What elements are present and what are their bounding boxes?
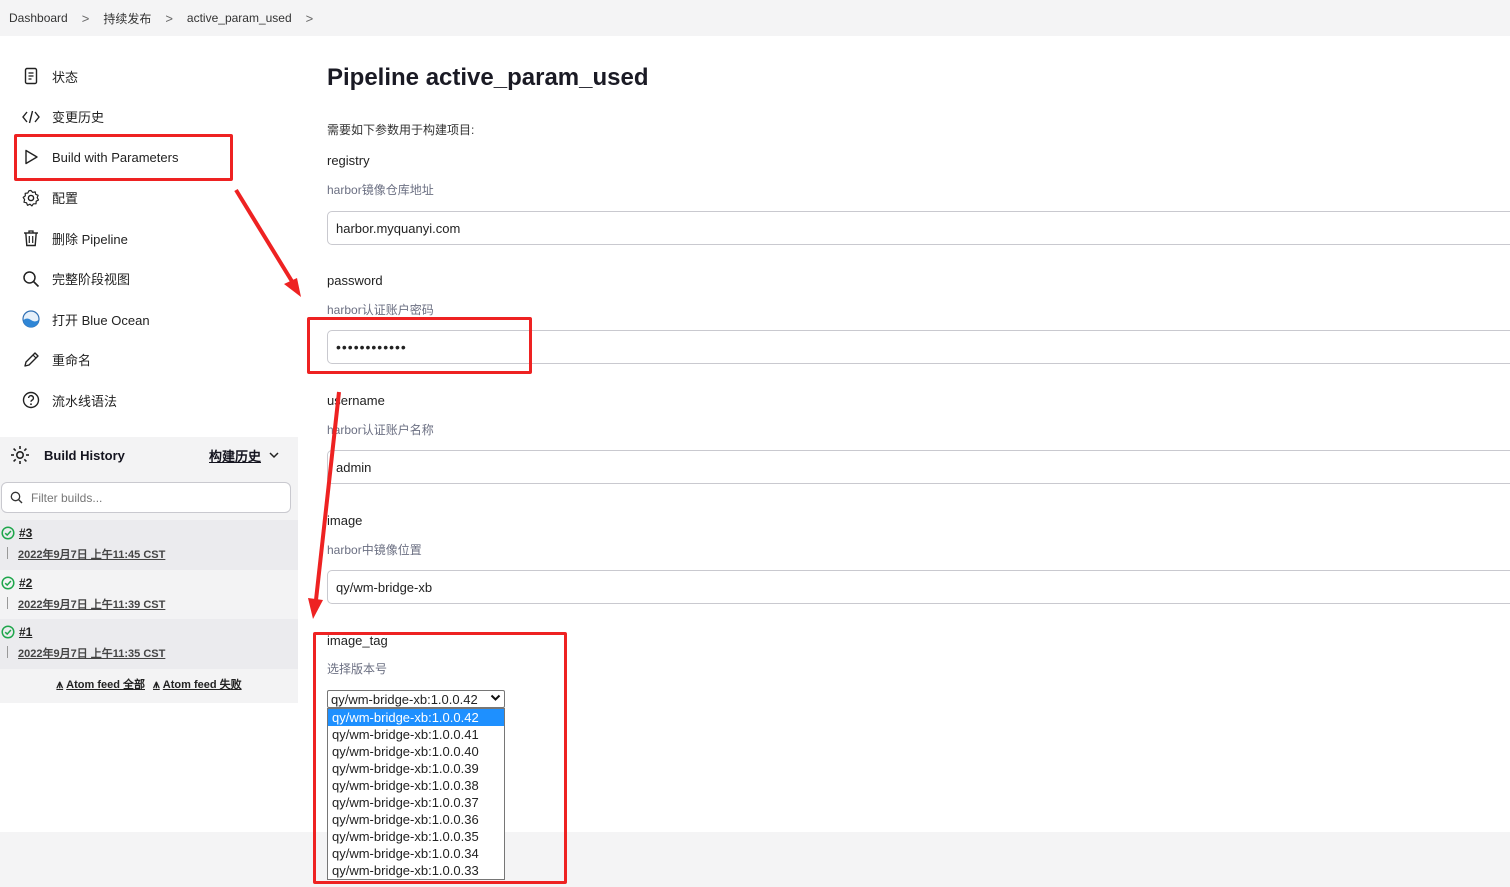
breadcrumb-separator[interactable]: > (306, 11, 314, 26)
password-input[interactable] (327, 330, 1510, 364)
gear-icon (22, 189, 40, 207)
sidebar-tasks: 状态 变更历史 Build with Parameters 配置 删除 Pipe… (0, 56, 298, 421)
build-trend-link[interactable]: 构建历史 (209, 446, 279, 465)
sidebar-item-rename[interactable]: 重命名 (0, 340, 298, 381)
build-divider (7, 646, 8, 658)
image-tag-selected-value: qy/wm-bridge-xb:1.0.0.42 (331, 691, 478, 707)
sidebar-item-delete-pipeline[interactable]: 删除 Pipeline (0, 218, 298, 259)
breadcrumb-job[interactable]: active_param_used (187, 11, 292, 25)
code-icon (22, 108, 40, 126)
image-tag-option[interactable]: qy/wm-bridge-xb:1.0.0.35 (328, 828, 504, 845)
play-icon (22, 148, 40, 166)
sidebar-item-changes[interactable]: 变更历史 (0, 97, 298, 138)
build-time-link[interactable]: 2022年9月7日 上午11:39 CST (18, 596, 165, 612)
sidebar-item-configure[interactable]: 配置 (0, 178, 298, 219)
image-tag-option[interactable]: qy/wm-bridge-xb:1.0.0.36 (328, 811, 504, 828)
build-row: #2 2022年9月7日 上午11:39 CST (0, 570, 298, 620)
image-tag-option[interactable]: qy/wm-bridge-xb:1.0.0.41 (328, 726, 504, 743)
build-row: #3 2022年9月7日 上午11:45 CST (0, 520, 298, 570)
page-title: Pipeline active_param_used (327, 64, 649, 91)
build-divider (7, 547, 8, 559)
registry-input[interactable] (327, 211, 1510, 245)
image-tag-option[interactable]: qy/wm-bridge-xb:1.0.0.38 (328, 777, 504, 794)
chevron-down-icon (269, 451, 279, 459)
build-list: #3 2022年9月7日 上午11:45 CST #2 2022年9月7日 上午… (0, 520, 298, 669)
sidebar-item-label: 重命名 (52, 353, 92, 369)
image-tag-select[interactable]: qy/wm-bridge-xb:1.0.0.42 (327, 690, 505, 708)
image-tag-option[interactable]: qy/wm-bridge-xb:1.0.0.34 (328, 845, 504, 862)
param-desc-username: harbor认证账户名称 (327, 423, 434, 437)
build-time-link[interactable]: 2022年9月7日 上午11:35 CST (18, 645, 165, 661)
image-tag-options-list: qy/wm-bridge-xb:1.0.0.42 qy/wm-bridge-xb… (327, 708, 505, 880)
breadcrumb: Dashboard > 持续发布 > active_param_used > (0, 0, 1510, 36)
build-trend-label: 构建历史 (209, 448, 262, 464)
breadcrumb-separator: > (165, 10, 173, 26)
breadcrumb-separator: > (81, 10, 90, 26)
breadcrumb-folder[interactable]: 持续发布 (103, 10, 151, 27)
sidebar-item-label: 删除 Pipeline (52, 231, 128, 247)
param-desc-registry: harbor镜像仓库地址 (327, 183, 434, 197)
build-history-icon (10, 445, 30, 465)
sidebar-item-label: 配置 (52, 191, 79, 207)
image-input[interactable] (327, 570, 1510, 604)
param-name-username: username (327, 393, 385, 408)
atom-feeds: ⩚ Atom feed 全部 ⩚ Atom feed 失败 (0, 676, 298, 692)
build-divider (7, 596, 8, 609)
filter-builds-input[interactable] (29, 489, 279, 506)
sidebar-item-label: 状态 (52, 69, 79, 85)
document-icon (22, 67, 40, 85)
pencil-icon (22, 351, 40, 369)
success-icon (1, 575, 15, 590)
build-number-link[interactable]: #2 (19, 576, 32, 590)
param-name-image: image (327, 513, 363, 528)
breadcrumb-dashboard[interactable]: Dashboard (9, 11, 68, 25)
build-number-link[interactable]: #1 (19, 625, 32, 639)
sidebar-item-label: 变更历史 (52, 110, 105, 126)
image-tag-option[interactable]: qy/wm-bridge-xb:1.0.0.40 (328, 743, 504, 760)
username-input[interactable] (327, 450, 1510, 484)
chevron-down-icon (490, 692, 501, 706)
sidebar-item-blue-ocean[interactable]: 打开 Blue Ocean (0, 299, 298, 340)
sidebar-item-label: 打开 Blue Ocean (52, 312, 150, 328)
sidebar-item-label: 流水线语法 (52, 393, 118, 409)
sidebar-item-status[interactable]: 状态 (0, 56, 298, 97)
build-number-link[interactable]: #3 (19, 526, 32, 540)
parameters-intro: 需要如下参数用于构建项目: (327, 123, 475, 137)
build-row: #1 2022年9月7日 上午11:35 CST (0, 619, 298, 669)
param-name-image-tag: image_tag (327, 633, 388, 648)
sidebar-item-full-stage-view[interactable]: 完整阶段视图 (0, 259, 298, 300)
sidebar-item-label: Build with Parameters (52, 149, 179, 165)
atom-feed-failed-label: Atom feed 失败 (162, 679, 242, 691)
atom-feed-all-link[interactable]: ⩚ Atom feed 全部 (56, 676, 145, 692)
blue-ocean-icon (22, 310, 40, 328)
rss-icon: ⩚ (153, 676, 160, 691)
build-history-panel: Build History 构建历史 #3 2022年9月7日 上午11:45 … (0, 437, 298, 703)
sidebar-item-build-with-parameters[interactable]: Build with Parameters (0, 137, 298, 178)
image-tag-option[interactable]: qy/wm-bridge-xb:1.0.0.33 (328, 862, 504, 879)
success-icon (1, 625, 15, 639)
param-name-registry: registry (327, 153, 370, 168)
atom-feed-failed-link[interactable]: ⩚ Atom feed 失败 (153, 676, 242, 692)
search-icon (10, 491, 23, 504)
atom-feed-all-label: Atom feed 全部 (66, 679, 145, 691)
filter-builds-field[interactable] (1, 482, 291, 513)
param-desc-password: harbor认证账户密码 (327, 303, 434, 317)
build-history-header: Build History 构建历史 (0, 437, 298, 473)
param-desc-image: harbor中镜像位置 (327, 543, 422, 557)
image-tag-option[interactable]: qy/wm-bridge-xb:1.0.0.42 (328, 709, 504, 726)
image-tag-option[interactable]: qy/wm-bridge-xb:1.0.0.39 (328, 760, 504, 777)
image-tag-option[interactable]: qy/wm-bridge-xb:1.0.0.37 (328, 794, 504, 811)
success-icon (1, 526, 15, 540)
build-time-link[interactable]: 2022年9月7日 上午11:45 CST (18, 546, 165, 562)
help-icon (22, 391, 40, 409)
sidebar-item-label: 完整阶段视图 (52, 272, 131, 288)
rss-icon: ⩚ (56, 676, 64, 691)
build-history-title: Build History (44, 447, 125, 463)
param-desc-image-tag: 选择版本号 (327, 662, 388, 676)
search-icon (22, 270, 40, 288)
param-name-password: password (327, 273, 383, 288)
sidebar-item-pipeline-syntax[interactable]: 流水线语法 (0, 380, 298, 421)
trash-icon (22, 229, 40, 247)
